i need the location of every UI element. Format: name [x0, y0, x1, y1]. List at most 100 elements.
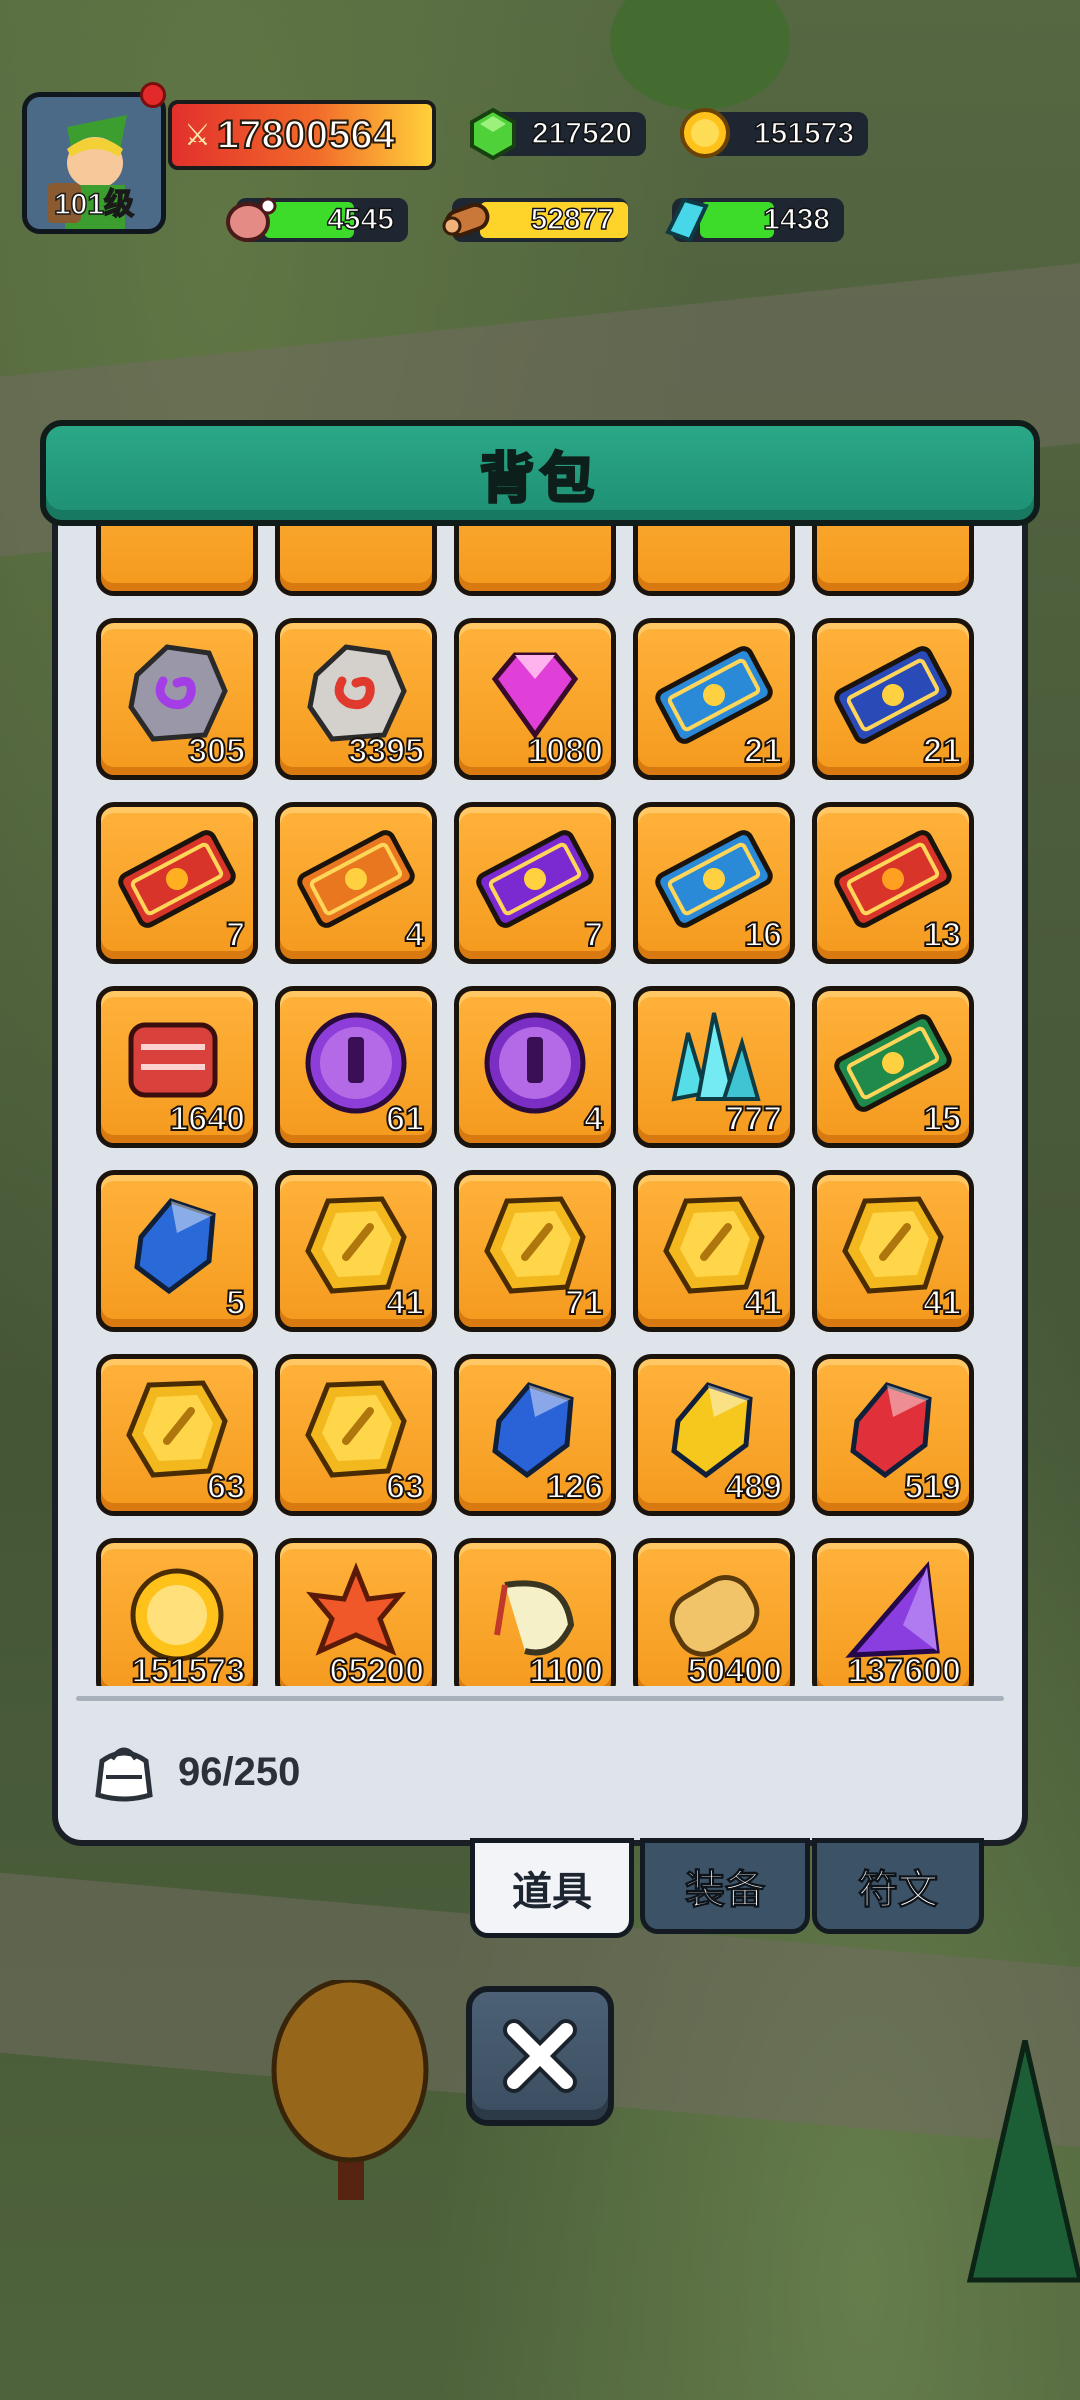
item-slot[interactable]: 7: [454, 802, 616, 964]
gold-counter[interactable]: 151573: [680, 108, 868, 158]
item-slot-partial[interactable]: [812, 526, 974, 596]
meat-icon: [226, 197, 277, 242]
item-slot[interactable]: 1100: [454, 1538, 616, 1686]
item-slot[interactable]: 305: [96, 618, 258, 780]
tab-runes[interactable]: 符文: [812, 1838, 984, 1934]
item-slot[interactable]: 41: [812, 1170, 974, 1332]
bag-icon: [95, 1747, 153, 1802]
divider: [76, 1696, 1004, 1701]
orange-lightning-ticket-icon: [297, 830, 415, 928]
item-slot-partial[interactable]: [633, 526, 795, 596]
item-slot-partial[interactable]: [96, 526, 258, 596]
item-quantity: 305: [187, 731, 246, 771]
tab-equipment-label: 装备: [685, 1867, 766, 1914]
item-quantity: 21: [922, 731, 962, 771]
gold-value: 151573: [753, 116, 855, 151]
item-slot-partial[interactable]: [275, 526, 437, 596]
page-title: 背包: [479, 445, 600, 511]
player-level: 101级: [53, 187, 135, 222]
item-slot[interactable]: 151573: [96, 1538, 258, 1686]
item-slot[interactable]: 489: [633, 1354, 795, 1516]
item-quantity: 4: [404, 915, 425, 955]
item-quantity: 489: [724, 1467, 783, 1507]
crystal-value: 1438: [763, 202, 831, 237]
item-slot[interactable]: 4: [275, 802, 437, 964]
tab-items[interactable]: 道具: [470, 1838, 634, 1938]
bag-panel-header: 背包: [40, 420, 1040, 526]
item-quantity: 16: [743, 915, 783, 955]
item-slot[interactable]: 50400: [633, 1538, 795, 1686]
item-quantity: 13: [922, 915, 962, 955]
close-icon: [503, 2019, 577, 2093]
crossed-swords-icon: ⚔: [184, 117, 211, 153]
item-slot[interactable]: 41: [275, 1170, 437, 1332]
crystal-counter[interactable]: 1438: [665, 197, 844, 243]
item-quantity: 41: [385, 1283, 425, 1323]
item-slot[interactable]: 519: [812, 1354, 974, 1516]
item-slot[interactable]: 4: [454, 986, 616, 1148]
item-slot[interactable]: 63: [275, 1354, 437, 1516]
item-slot[interactable]: 3395: [275, 618, 437, 780]
close-button[interactable]: [466, 1986, 614, 2126]
gem-counter[interactable]: 217520: [470, 107, 646, 160]
item-quantity: 61: [385, 1099, 425, 1139]
item-quantity: 15: [922, 1099, 962, 1139]
item-quantity: 71: [564, 1283, 604, 1323]
wood-value: 52877: [530, 202, 615, 237]
item-quantity: 126: [545, 1467, 604, 1507]
item-slot[interactable]: 1640: [96, 986, 258, 1148]
item-slot[interactable]: 16: [633, 802, 795, 964]
wood-counter[interactable]: 52877: [442, 198, 628, 242]
item-quantity: 1100: [528, 1651, 604, 1686]
item-quantity: 21: [743, 731, 783, 771]
item-quantity: 1640: [168, 1099, 246, 1139]
wood-log-icon: [442, 202, 490, 238]
item-grid-scroll[interactable]: 305 3395 1080 21 21 7 4 7 16 13 1640 61 4 777 15 5 41 71 4…: [96, 526, 986, 1686]
item-slot[interactable]: 7: [96, 802, 258, 964]
item-slot[interactable]: 126: [454, 1354, 616, 1516]
bag-capacity: 96/250: [92, 1740, 300, 1804]
item-slot[interactable]: 63: [96, 1354, 258, 1516]
item-quantity: 50400: [686, 1651, 783, 1686]
red-drop-ticket-icon: [118, 830, 236, 928]
item-slot[interactable]: 777: [633, 986, 795, 1148]
item-slot[interactable]: 15: [812, 986, 974, 1148]
item-slot[interactable]: 21: [633, 618, 795, 780]
combat-power-value: 17800564: [216, 112, 396, 158]
item-quantity: 63: [206, 1467, 246, 1507]
meat-counter[interactable]: 4545: [226, 197, 408, 242]
tab-equipment[interactable]: 装备: [640, 1838, 810, 1934]
purple-helmet-orb-icon: [484, 1012, 586, 1114]
item-slot[interactable]: 65200: [275, 1538, 437, 1686]
item-slot[interactable]: 137600: [812, 1538, 974, 1686]
item-quantity: 519: [903, 1467, 962, 1507]
item-slot[interactable]: 1080: [454, 618, 616, 780]
item-slot[interactable]: 13: [812, 802, 974, 964]
item-slot[interactable]: 71: [454, 1170, 616, 1332]
tab-items-label: 道具: [512, 1869, 592, 1915]
item-slot[interactable]: 21: [812, 618, 974, 780]
item-slot[interactable]: 61: [275, 986, 437, 1148]
purple-potion-ticket-icon: [476, 830, 594, 928]
crystal-icon: [665, 197, 709, 243]
item-slot[interactable]: 41: [633, 1170, 795, 1332]
player-avatar[interactable]: 101级: [22, 92, 166, 234]
gold-coin-icon: [680, 108, 730, 158]
meat-value: 4545: [327, 202, 395, 237]
capacity-value: 96/250: [178, 1749, 301, 1794]
item-quantity: 41: [922, 1283, 962, 1323]
item-quantity: 4: [583, 1099, 604, 1139]
item-slot-partial[interactable]: [454, 526, 616, 596]
item-grid: 305 3395 1080 21 21 7 4 7 16 13 1640 61 4 777 15 5 41 71 4…: [96, 526, 986, 1686]
notification-dot: [140, 82, 166, 108]
item-quantity: 137600: [847, 1651, 962, 1686]
item-quantity: 151573: [131, 1651, 246, 1686]
item-quantity: 3395: [347, 731, 425, 771]
item-quantity: 777: [724, 1099, 783, 1139]
blue-snowflake-gem-icon: [134, 1198, 216, 1295]
gem-value: 217520: [531, 116, 633, 151]
item-quantity: 7: [583, 915, 604, 955]
item-quantity: 63: [385, 1467, 425, 1507]
item-quantity: 7: [225, 915, 246, 955]
item-slot[interactable]: 5: [96, 1170, 258, 1332]
